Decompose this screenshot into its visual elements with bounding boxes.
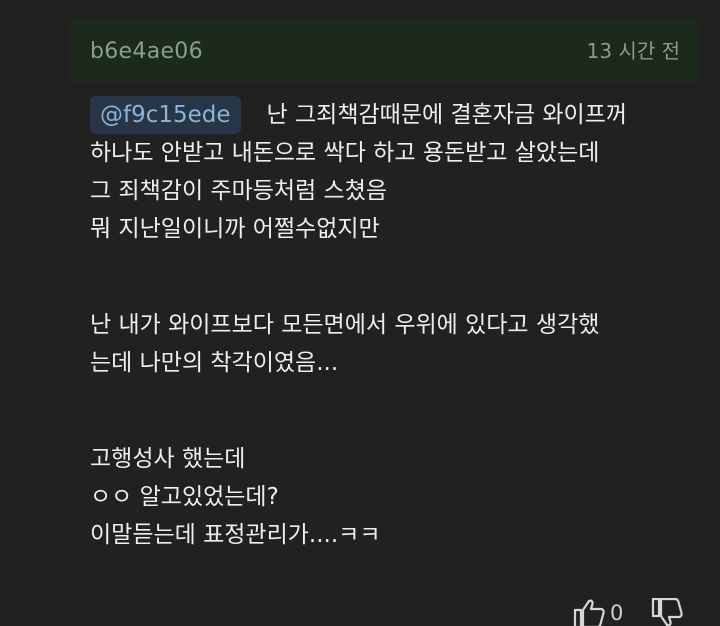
- mention-link[interactable]: @f9c15ede: [90, 96, 241, 134]
- comment-line: ㅇㅇ 알고있었는데?: [90, 484, 279, 510]
- like-button[interactable]: [572, 598, 606, 626]
- comment-line: 이말듣는데 표정관리가....ㅋㅋ: [90, 522, 381, 548]
- comment-actions: 0: [572, 597, 702, 626]
- comment-line: 고행성사 했는데: [90, 446, 246, 472]
- comment-line: 그 죄책감이 주마등처럼 스쳤음: [90, 178, 388, 204]
- comment-line: 뭐 지난일이니까 어쩔수없지만: [90, 216, 380, 242]
- comment-line: 는데 나만의 착각이였음...: [90, 350, 339, 376]
- comment-line: 난 내가 와이프보다 모든면에서 우위에 있다고 생각했: [90, 312, 600, 338]
- thumbs-up-icon: [573, 599, 605, 626]
- comment-header: b6e4ae06 13 시간 전: [70, 20, 699, 82]
- comment-timestamp: 13 시간 전: [586, 39, 680, 63]
- dislike-button[interactable]: [650, 597, 684, 626]
- comment-author[interactable]: b6e4ae06: [90, 38, 203, 66]
- comment-line: @f9c15ede 난 그죄책감때문에 결혼자금 와이프꺼: [90, 96, 705, 134]
- comment-line: 하나도 안받고 내돈으로 싹다 하고 용돈받고 살았는데: [90, 140, 600, 166]
- comment-body: @f9c15ede 난 그죄책감때문에 결혼자금 와이프꺼 하나도 안받고 내돈으…: [90, 96, 705, 554]
- comment-first-line-text: 난 그죄책감때문에 결혼자금 와이프꺼: [266, 102, 628, 128]
- like-count: 0: [610, 601, 624, 625]
- thumbs-down-icon: [651, 597, 683, 626]
